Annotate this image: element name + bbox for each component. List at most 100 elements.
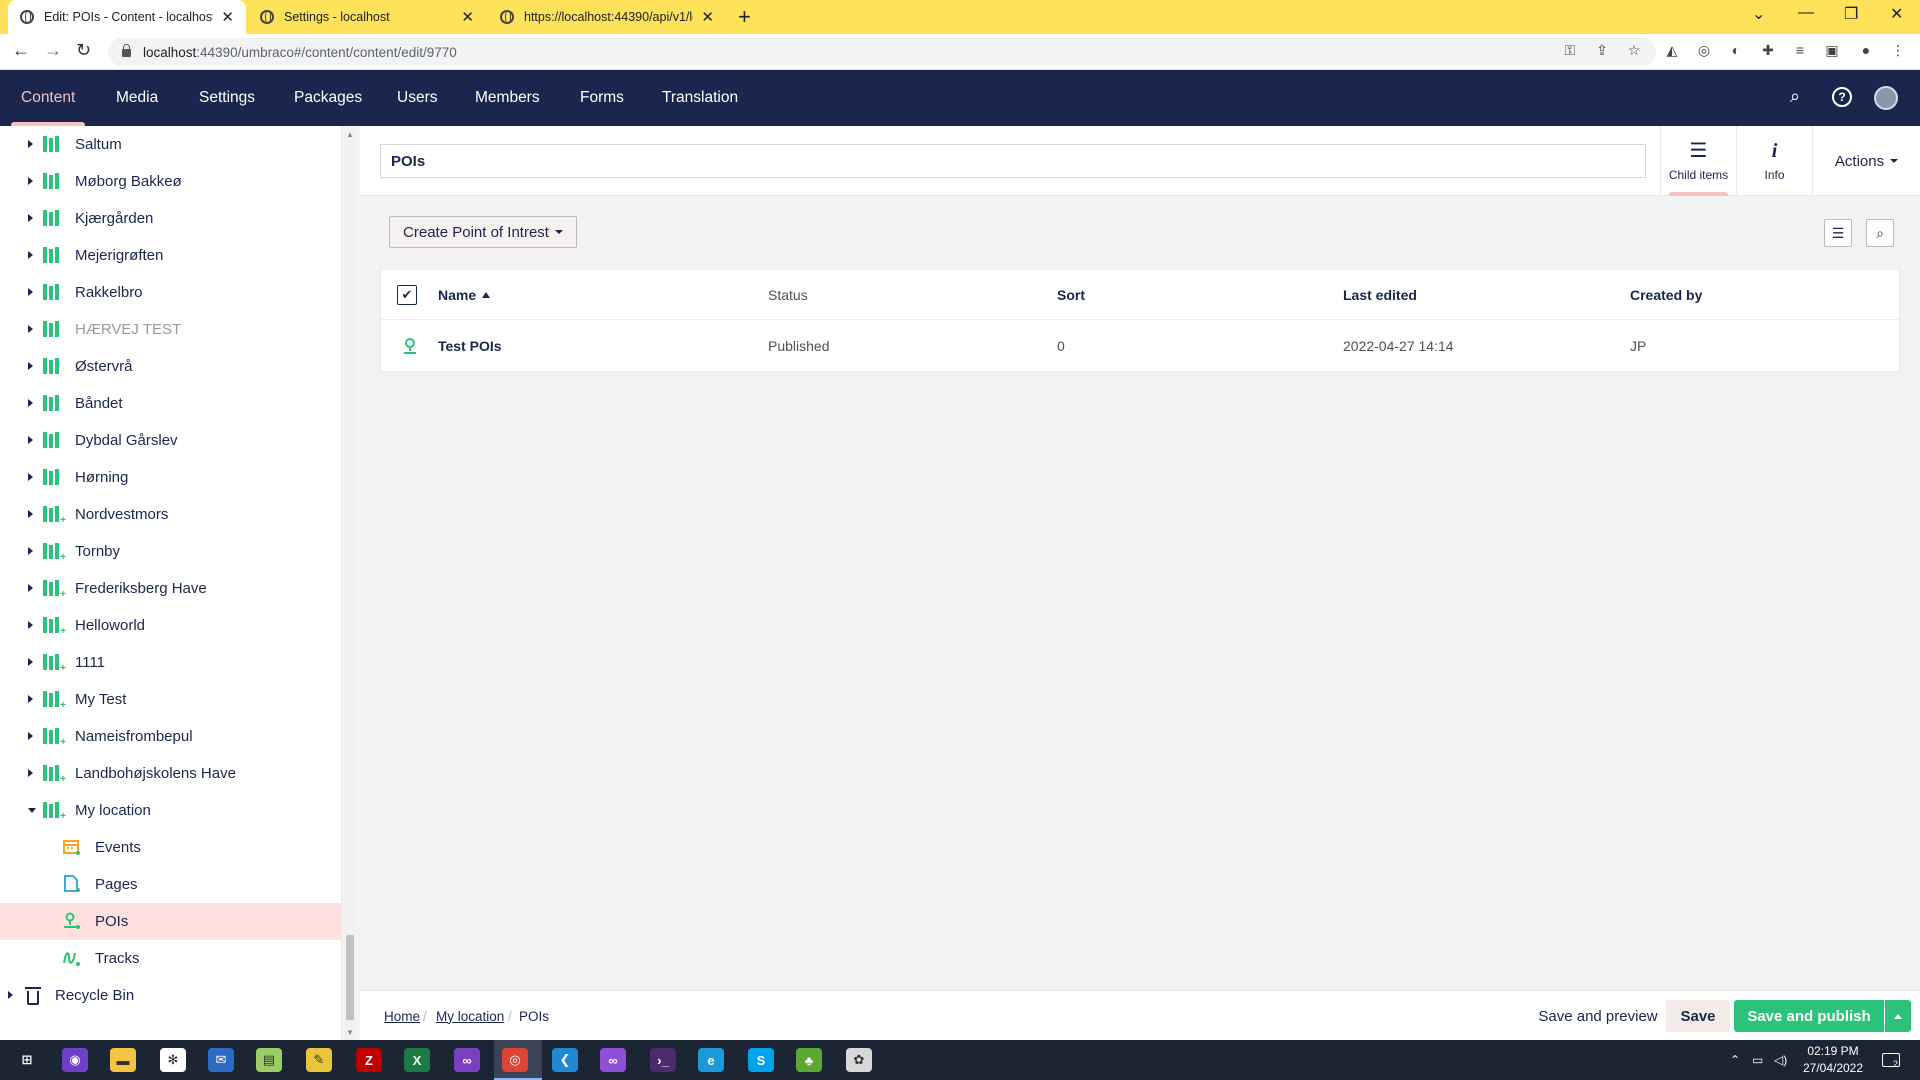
tree-item-pages[interactable]: Pages (0, 866, 341, 903)
tree-item-1111[interactable]: +1111 (0, 644, 341, 681)
caret-right-icon[interactable] (28, 140, 33, 148)
visual-studio-preview-icon[interactable]: ∞ (600, 1048, 626, 1072)
breadcrumb-home[interactable]: Home (384, 991, 420, 1041)
tree-item-nameisfrombepul[interactable]: + Nameisfrombepul (0, 718, 341, 755)
caret-right-icon[interactable] (28, 769, 33, 777)
caret-right-icon[interactable] (28, 584, 33, 592)
column-header-name[interactable]: Name (438, 270, 491, 320)
tray-chevron-icon[interactable]: ⌃ (1730, 1040, 1740, 1080)
save-button[interactable]: Save (1666, 1000, 1730, 1032)
section-content[interactable]: Content (10, 70, 86, 126)
tree-item-møborg-bakkeø[interactable]: Møborg Bakkeø (0, 163, 341, 200)
caret-right-icon[interactable] (28, 251, 33, 259)
tree-item-tracks[interactable]: Tracks (0, 940, 341, 977)
caret-right-icon[interactable] (28, 473, 33, 481)
volume-icon[interactable]: ◁) (1774, 1040, 1787, 1080)
table-row[interactable]: Test POIs Published 0 2022-04-27 14:14 J… (381, 321, 1899, 372)
caret-down-icon[interactable] (28, 808, 36, 813)
skype-icon[interactable]: S (748, 1048, 774, 1072)
paint-icon[interactable]: ✿ (846, 1048, 872, 1072)
tree-item-østervrå[interactable]: Østervrå (0, 348, 341, 385)
bookmark-star-icon[interactable]: ☆ (1624, 42, 1644, 59)
caret-right-icon[interactable] (28, 658, 33, 666)
extension-icon[interactable]: ◭ (1662, 42, 1682, 59)
actions-button[interactable]: Actions (1812, 126, 1920, 196)
tree-item-my-location[interactable]: + My location (0, 792, 341, 829)
visual-studio-icon[interactable]: ∞ (454, 1048, 480, 1072)
tree-item-recycle-bin[interactable]: Recycle Bin (0, 977, 341, 1014)
save-and-publish-button[interactable]: Save and publish (1734, 1000, 1884, 1032)
row-name-link[interactable]: Test POIs (438, 321, 502, 371)
kebab-menu-icon[interactable]: ⋮ (1888, 42, 1908, 59)
caret-right-icon[interactable] (28, 547, 33, 555)
caret-right-icon[interactable] (28, 695, 33, 703)
browser-tab-edit-pois[interactable]: Edit: POIs - Content - localhost ✕ (8, 0, 246, 34)
section-translation[interactable]: Translation (662, 70, 738, 126)
section-forms[interactable]: Forms (580, 70, 624, 126)
section-settings[interactable]: Settings (199, 70, 255, 126)
list-layout-button[interactable]: ☰ (1824, 219, 1852, 247)
browser-tab-api[interactable]: https://localhost:44390/api/v1/lc ✕ (488, 0, 726, 34)
content-app-info[interactable]: i Info (1736, 126, 1812, 196)
caret-right-icon[interactable] (28, 177, 33, 185)
section-media[interactable]: Media (116, 70, 158, 126)
column-header-created-by[interactable]: Created by (1630, 270, 1702, 320)
list-search-button[interactable]: ⌕ (1866, 219, 1894, 247)
column-header-sort[interactable]: Sort (1057, 270, 1085, 320)
back-arrow-icon[interactable]: ← (12, 40, 30, 61)
slack-icon[interactable]: ✻ (160, 1048, 186, 1072)
caret-right-icon[interactable] (28, 510, 33, 518)
user-avatar[interactable] (1874, 86, 1898, 110)
sticky-notes-icon[interactable]: ✎ (306, 1048, 332, 1072)
select-all-checkbox[interactable]: ✔ (397, 285, 417, 305)
side-panel-icon[interactable]: ▣ (1822, 42, 1842, 59)
tree-item-mejerigrøften[interactable]: Mejerigrøften (0, 237, 341, 274)
caret-right-icon[interactable] (28, 325, 33, 333)
notification-center-icon[interactable]: 2 (1882, 1040, 1900, 1080)
close-tab-icon[interactable]: ✕ (461, 8, 474, 26)
tree-item-dybdal-gårslev[interactable]: Dybdal Gårslev (0, 422, 341, 459)
vscode-icon[interactable]: ❮ (552, 1048, 578, 1072)
save-and-preview-button[interactable]: Save and preview (1520, 1000, 1676, 1032)
close-tab-icon[interactable]: ✕ (221, 8, 234, 26)
node-name-input[interactable] (380, 144, 1646, 178)
section-users[interactable]: Users (397, 70, 437, 126)
url-field[interactable]: localhost:44390/umbraco#/content/content… (108, 38, 1656, 66)
search-icon[interactable]: ⌕ (1790, 86, 1800, 107)
tree-item-helloworld[interactable]: + Helloworld (0, 607, 341, 644)
scroll-up-icon[interactable]: ▲ (346, 130, 354, 139)
outlook-icon[interactable]: ✉ (208, 1048, 234, 1072)
caret-right-icon[interactable] (28, 362, 33, 370)
tree-item-events[interactable]: Events (0, 829, 341, 866)
restore-icon[interactable]: ❐ (1844, 4, 1858, 24)
browser-tab-settings[interactable]: Settings - localhost ✕ (248, 0, 486, 34)
caret-right-icon[interactable] (28, 399, 33, 407)
caret-right-icon[interactable] (28, 621, 33, 629)
excel-icon[interactable]: X (404, 1048, 430, 1072)
section-packages[interactable]: Packages (294, 70, 362, 126)
tree-item-nordvestmors[interactable]: + Nordvestmors (0, 496, 341, 533)
caret-right-icon[interactable] (8, 991, 13, 999)
caret-right-icon[interactable] (28, 288, 33, 296)
reading-list-icon[interactable]: ≡ (1790, 42, 1810, 58)
extension-icon[interactable]: ◐ (1726, 42, 1746, 58)
tree-scrollbar-thumb[interactable] (346, 935, 354, 1020)
file-explorer-icon[interactable]: ▬ (110, 1048, 136, 1072)
tree-scrollbar[interactable] (344, 126, 356, 1040)
close-tab-icon[interactable]: ✕ (701, 8, 714, 26)
reload-icon[interactable]: ↻ (76, 40, 91, 61)
content-app-child-items[interactable]: ☰ Child items (1660, 126, 1736, 196)
column-header-last-edited[interactable]: Last edited (1343, 270, 1417, 320)
windows-start-icon[interactable]: ⊞ (14, 1048, 40, 1072)
caret-right-icon[interactable] (28, 732, 33, 740)
filezilla-icon[interactable]: Z (356, 1048, 382, 1072)
network-icon[interactable]: ▭ (1752, 1040, 1763, 1080)
tree-item-saltum[interactable]: Saltum (0, 126, 341, 163)
publish-options-caret-icon[interactable] (1885, 1000, 1911, 1032)
key-icon[interactable]: ⚿ (1560, 42, 1580, 59)
caret-right-icon[interactable] (28, 214, 33, 222)
extension-icon[interactable]: ◎ (1694, 42, 1714, 59)
forward-arrow-icon[interactable]: → (44, 40, 62, 61)
create-point-of-interest-button[interactable]: Create Point of Intrest (389, 216, 577, 248)
caret-right-icon[interactable] (28, 436, 33, 444)
